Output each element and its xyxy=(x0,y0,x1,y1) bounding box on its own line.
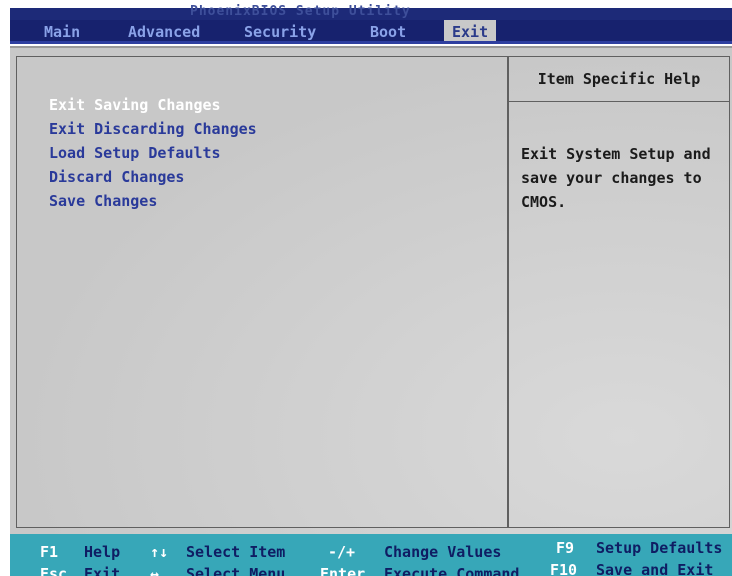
help-pane: Item Specific Help Exit System Setup and… xyxy=(508,56,730,528)
key-arrows-updown-desc: Select Item xyxy=(186,543,286,561)
bios-screen: PhoenixBIOS Setup Utility Main Advanced … xyxy=(0,0,732,576)
options-pane: Exit Saving Changes Exit Discarding Chan… xyxy=(16,56,508,528)
key-minus-plus: -/+ xyxy=(328,543,356,561)
key-f10-desc: Save and Exit xyxy=(596,561,714,576)
key-f9-desc: Setup Defaults xyxy=(596,539,723,557)
key-f10: F10 xyxy=(550,561,578,576)
menu-bar: PhoenixBIOS Setup Utility Main Advanced … xyxy=(10,4,732,44)
option-exit-saving-changes[interactable]: Exit Saving Changes xyxy=(49,95,221,115)
key-f9: F9 xyxy=(556,539,575,557)
help-header: Item Specific Help xyxy=(509,57,729,102)
key-arrows-updown: ↑↓ xyxy=(150,543,169,561)
menu-bar-divider xyxy=(10,41,732,44)
title-strip: PhoenixBIOS Setup Utility xyxy=(10,4,732,20)
key-esc-desc: Exit xyxy=(84,565,121,576)
key-arrows-leftright: ↔ xyxy=(150,565,160,576)
key-f1-desc: Help xyxy=(84,543,121,561)
bios-title: PhoenixBIOS Setup Utility xyxy=(190,4,411,19)
option-load-setup-defaults[interactable]: Load Setup Defaults xyxy=(49,143,221,163)
key-arrows-leftright-desc: Select Menu xyxy=(186,565,286,576)
option-save-changes[interactable]: Save Changes xyxy=(49,191,157,211)
key-legend-bar: F1 Help ↑↓ Select Item -/+ Change Values… xyxy=(10,534,732,576)
option-exit-discarding-changes[interactable]: Exit Discarding Changes xyxy=(49,119,257,139)
help-text: Exit System Setup and save your changes … xyxy=(521,145,711,211)
option-discard-changes[interactable]: Discard Changes xyxy=(49,167,184,187)
key-esc: Esc xyxy=(40,565,68,576)
key-enter: Enter xyxy=(320,565,366,576)
setup-panel: Exit Saving Changes Exit Discarding Chan… xyxy=(10,46,732,534)
key-f1: F1 xyxy=(40,543,59,561)
key-enter-desc: Execute Command xyxy=(384,565,520,576)
key-minus-plus-desc: Change Values xyxy=(384,543,502,561)
